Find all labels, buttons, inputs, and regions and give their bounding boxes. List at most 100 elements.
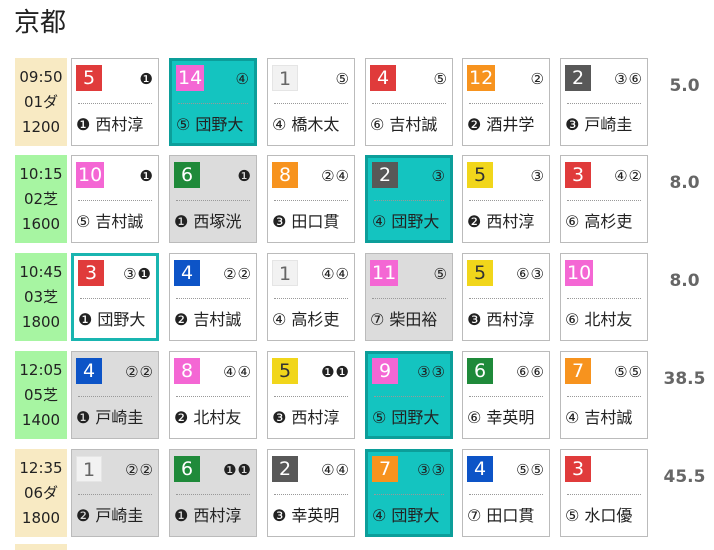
horse-card[interactable]: 10 ⑥ 北村友 — [560, 253, 648, 341]
prediction-marks: ④④ — [321, 461, 350, 479]
horse-card[interactable]: 10 ❶ ⑤ 吉村誠 — [71, 155, 159, 243]
jockey-name: ❷ 戸崎圭 — [76, 506, 144, 525]
horse-card[interactable]: 12 ② ❷ 酒井学 — [462, 58, 550, 146]
horse-card[interactable]: 2③④ 団野大 — [365, 155, 453, 243]
jockey-name: ❶ 西村淳 — [174, 506, 242, 525]
horse-card[interactable]: 2 ④④ ❸ 幸英明 — [267, 449, 355, 537]
horse-card[interactable]: 7 ⑤⑤ ④ 吉村誠 — [560, 351, 648, 439]
jockey-name: ⑥ 幸英明 — [467, 408, 535, 427]
horse-card-top: 5❶ — [72, 62, 158, 94]
horse-card[interactable]: 14 ④ ⑤ 団野大 — [169, 58, 257, 146]
divider — [176, 298, 250, 299]
race-info[interactable]: 12:35 06ダ 1800 — [15, 449, 67, 537]
divider — [78, 103, 152, 104]
horse-card[interactable]: 7 ③③ ④ 団野大 — [365, 449, 453, 537]
divider — [274, 494, 348, 495]
race-dist: 1600 — [21, 214, 61, 233]
prediction-marks: ⑤ — [335, 70, 350, 88]
divider — [469, 103, 543, 104]
horse-card-top: 8 ④④ — [170, 355, 256, 387]
jockey-name: ④ 橋木太 — [272, 115, 340, 134]
race-code: 06ダ — [23, 483, 59, 502]
jockey-name: ❷ 吉村誠 — [174, 310, 242, 329]
horse-card-top: 2 ④④ — [268, 453, 354, 485]
horse-card[interactable]: 6 ⑥⑥ ⑥ 幸英明 — [462, 351, 550, 439]
jockey-name: ④ 高杉吏 — [272, 310, 340, 329]
horse-card-top: 6❶ — [170, 159, 256, 191]
horse-number: 5 — [467, 260, 493, 286]
horse-number: 6 — [174, 162, 200, 188]
jockey-name: ⑤ 団野大 — [372, 408, 440, 427]
horse-card[interactable]: 5❶❶ 西村淳 — [71, 58, 159, 146]
horse-card-top: 5 ❶❶ — [268, 355, 354, 387]
horse-number: 4 — [370, 65, 396, 91]
horse-card-top: 7 ③③ — [368, 453, 450, 485]
race-time: 09:50 — [19, 67, 63, 86]
jockey-name: ⑥ 吉村誠 — [370, 115, 438, 134]
prediction-marks: ④④ — [223, 363, 252, 381]
divider — [80, 298, 150, 299]
horse-card[interactable]: 4 ②② ❷ 吉村誠 — [169, 253, 257, 341]
divider — [78, 200, 152, 201]
horse-card[interactable]: 6❶ ❶ 西塚洸 — [169, 155, 257, 243]
jockey-name: ❶ 団野大 — [78, 310, 146, 329]
horse-number: 2 — [372, 162, 398, 188]
race-time: 10:45 — [19, 262, 63, 281]
horse-card-top: 4 ②② — [72, 355, 158, 387]
prediction-marks: ⑤ — [433, 70, 448, 88]
horse-card[interactable]: 5 ⑥③ ❸ 西村淳 — [462, 253, 550, 341]
race-odds: 5.0 — [669, 76, 700, 96]
divider — [372, 103, 446, 104]
jockey-name: ❷ 酒井学 — [467, 115, 535, 134]
prediction-marks: ⑥③ — [516, 265, 545, 283]
horse-number: 1 — [272, 65, 298, 91]
horse-card[interactable]: 9 ③③ ⑤ 団野大 — [365, 351, 453, 439]
prediction-marks: ❶ — [139, 70, 154, 88]
race-dist: 1200 — [21, 117, 61, 136]
venue-title: 京都 — [14, 8, 67, 38]
horse-card[interactable]: 11 ⑤ ⑦ 柴田裕 — [365, 253, 453, 341]
horse-card[interactable]: 4 ⑤⑤ ⑦ 田口貫 — [462, 449, 550, 537]
horse-number: 2 — [272, 456, 298, 482]
horse-card[interactable]: 3 ④② ⑥ 高杉吏 — [560, 155, 648, 243]
race-info[interactable]: 10:45 03芝 1800 — [15, 253, 67, 341]
horse-number: 4 — [467, 456, 493, 482]
race-info[interactable]: 09:50 01ダ 1200 — [15, 58, 67, 146]
horse-number: 3 — [78, 260, 104, 286]
prediction-marks: ③③ — [417, 461, 446, 479]
horse-card[interactable]: 1 ②② ❷ 戸崎圭 — [71, 449, 159, 537]
race-info[interactable]: 10:15 02芝 1600 — [15, 155, 67, 243]
horse-number: 10 — [76, 162, 105, 188]
jockey-name: ❸ 幸英明 — [272, 506, 340, 525]
horse-card[interactable]: 1 ⑤ ④ 橋木太 — [267, 58, 355, 146]
divider — [274, 200, 348, 201]
horse-card[interactable]: 3 ⑤ 水口優 — [560, 449, 648, 537]
horse-card-top: 1 ②② — [72, 453, 158, 485]
jockey-name: ⑤ 水口優 — [565, 506, 633, 525]
horse-card[interactable]: 8 ②④ ❸ 田口貫 — [267, 155, 355, 243]
divider — [567, 396, 641, 397]
race-code: 03芝 — [23, 287, 59, 306]
horse-number: 4 — [174, 260, 200, 286]
divider — [78, 396, 152, 397]
horse-card-top: 6 ❶❶ — [170, 453, 256, 485]
horse-card[interactable]: 6 ❶❶ ❶ 西村淳 — [169, 449, 257, 537]
horse-card[interactable]: 5③❷ 西村淳 — [462, 155, 550, 243]
jockey-name: ⑦ 柴田裕 — [370, 310, 438, 329]
horse-card[interactable]: 1 ④④ ④ 高杉吏 — [267, 253, 355, 341]
horse-number: 12 — [467, 65, 496, 91]
horse-card-top: 12 ② — [463, 62, 549, 94]
divider — [374, 494, 444, 495]
horse-card[interactable]: 2 ③⑥ ❸ 戸崎圭 — [560, 58, 648, 146]
jockey-name: ❶ 西塚洸 — [174, 212, 242, 231]
horse-card-top: 11 ⑤ — [366, 257, 452, 289]
jockey-name: ⑥ 北村友 — [565, 310, 633, 329]
race-info[interactable]: 12:05 05芝 1400 — [15, 351, 67, 439]
horse-number: 6 — [174, 456, 200, 482]
horse-card[interactable]: 5 ❶❶ ❸ 西村淳 — [267, 351, 355, 439]
race-odds: 8.0 — [669, 173, 700, 193]
horse-card[interactable]: 4 ⑤ ⑥ 吉村誠 — [365, 58, 453, 146]
horse-card[interactable]: 4 ②② ❶ 戸崎圭 — [71, 351, 159, 439]
horse-card[interactable]: 8 ④④ ❷ 北村友 — [169, 351, 257, 439]
horse-card[interactable]: 3 ③❶ ❶ 団野大 — [71, 253, 159, 341]
